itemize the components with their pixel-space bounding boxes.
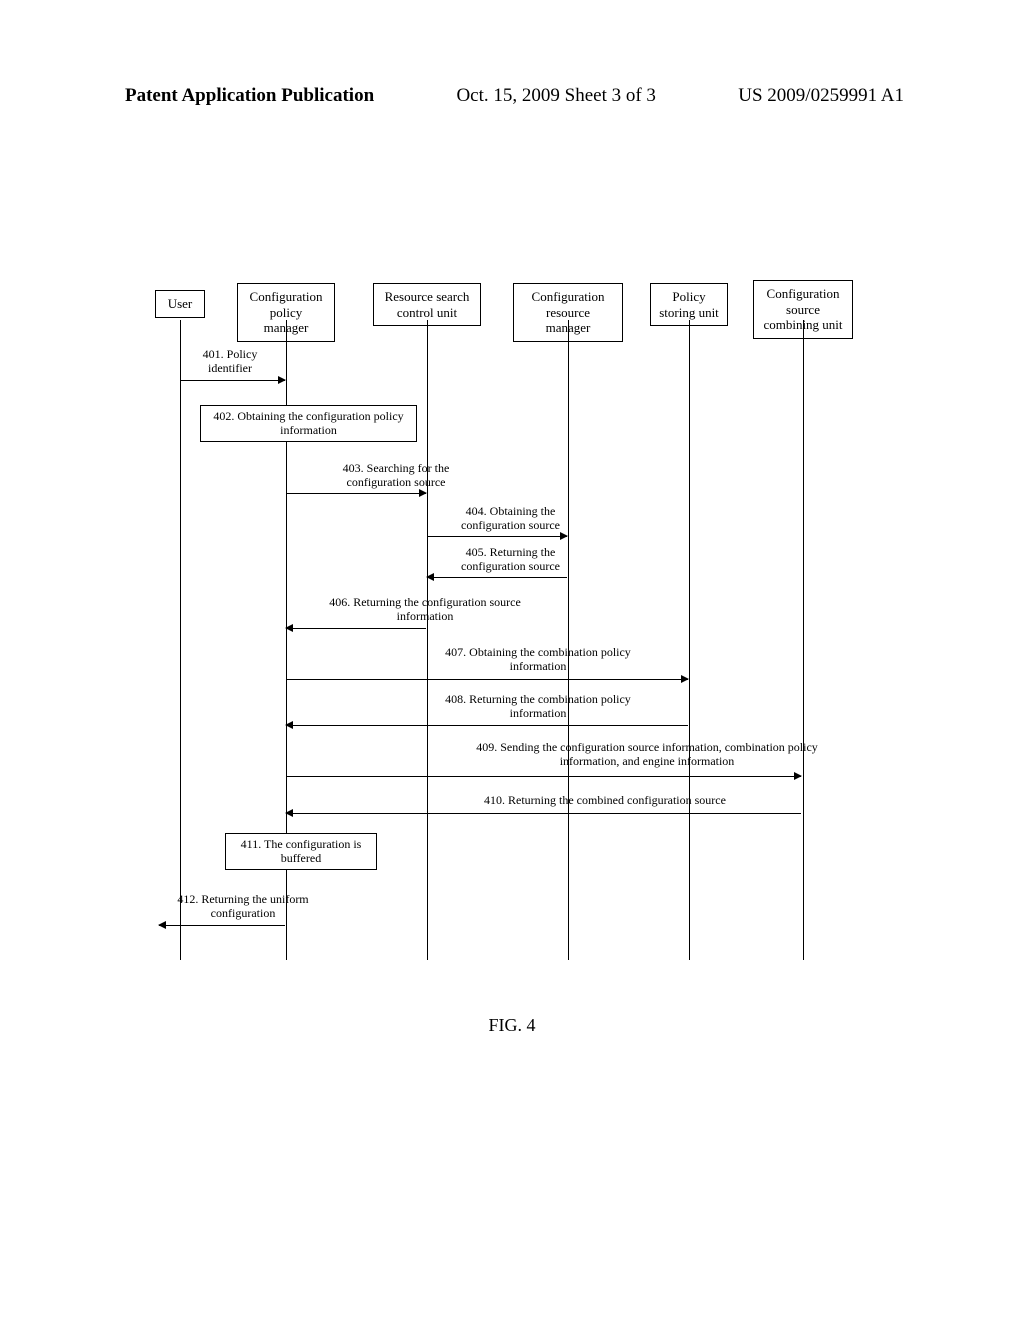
- msg-407-arrow: [286, 679, 688, 680]
- actor-user: User: [155, 290, 205, 318]
- msg-401-label: 401. Policy identifier: [190, 347, 270, 376]
- lifeline-policy-storing: [689, 320, 690, 960]
- msg-410-label: 410. Returning the combined configuratio…: [440, 793, 770, 807]
- msg-409-label: 409. Sending the configuration source in…: [447, 740, 847, 769]
- msg-408-label: 408. Returning the combination policy in…: [418, 692, 658, 721]
- msg-401-arrow: [180, 380, 285, 381]
- msg-407-label: 407. Obtaining the combination policy in…: [418, 645, 658, 674]
- msg-408-arrow: [286, 725, 688, 726]
- msg-405-arrow: [427, 577, 567, 578]
- msg-406-arrow: [286, 628, 426, 629]
- msg-406-label: 406. Returning the configuration source …: [320, 595, 530, 624]
- figure-label: FIG. 4: [0, 1015, 1024, 1036]
- msg-409-arrow: [286, 776, 801, 777]
- msg-402-label: 402. Obtaining the configuration policy …: [200, 405, 417, 442]
- header-center: Oct. 15, 2009 Sheet 3 of 3: [456, 85, 655, 107]
- lifeline-resource-search-control: [427, 320, 428, 960]
- msg-412-arrow: [159, 925, 285, 926]
- msg-411-label: 411. The configuration is buffered: [225, 833, 377, 870]
- lifeline-config-resource-manager: [568, 320, 569, 960]
- msg-404-arrow: [427, 536, 567, 537]
- msg-404-label: 404. Obtaining the configuration source: [443, 504, 578, 533]
- header-left: Patent Application Publication: [125, 85, 374, 107]
- lifeline-config-source-combining: [803, 320, 804, 960]
- msg-410-arrow: [286, 813, 801, 814]
- header-right: US 2009/0259991 A1: [738, 85, 904, 107]
- msg-403-label: 403. Searching for the configuration sou…: [322, 461, 470, 490]
- msg-412-label: 412. Returning the uniform configuration: [173, 892, 313, 921]
- lifeline-user: [180, 320, 181, 960]
- msg-405-label: 405. Returning the configuration source: [443, 545, 578, 574]
- msg-403-arrow: [286, 493, 426, 494]
- sequence-diagram: User Configuration policy manager Resour…: [155, 280, 875, 960]
